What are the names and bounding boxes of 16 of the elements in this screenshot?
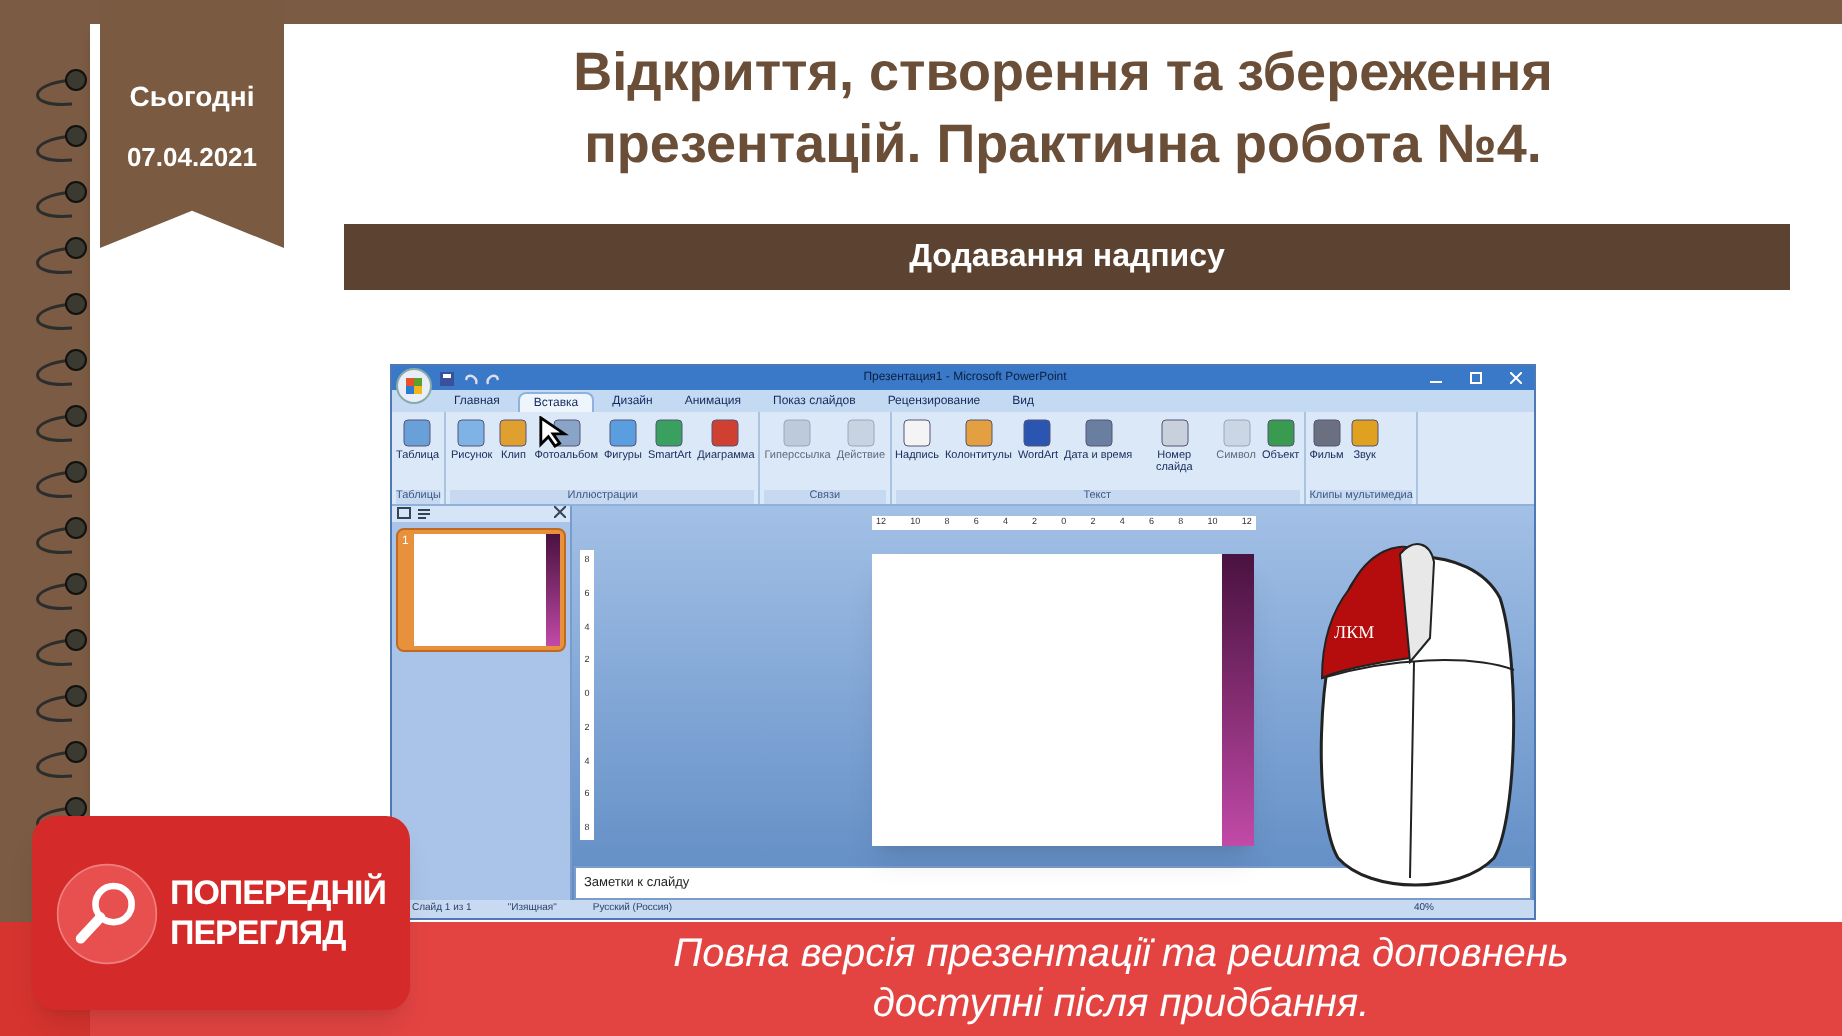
date-text: 07.04.2021 <box>126 140 258 176</box>
save-icon[interactable] <box>440 371 454 385</box>
maximize-icon[interactable] <box>1470 372 1482 384</box>
slide-title: Відкриття, створення та збереження презентацій. Практична робота №4. <box>571 40 1555 178</box>
button-label: ЛКМ <box>1334 622 1375 642</box>
badge-text: ПЕРЕГЛЯД <box>169 913 348 953</box>
badge-text: ПОПЕРЕДНІЙ <box>169 873 386 913</box>
section-header: Додавання надпису <box>344 224 1790 290</box>
mouse-pointer-icon <box>538 416 570 448</box>
outline-tab-icon[interactable] <box>416 506 432 520</box>
close-icon[interactable] <box>554 506 566 518</box>
slides-tab-icon[interactable] <box>396 506 412 520</box>
today-label: Сьогодні <box>129 78 255 116</box>
preview-notice: Повна версія презентації та решта доповнень доступні після придбання. <box>671 929 1571 1029</box>
undo-icon[interactable] <box>464 371 478 385</box>
redo-icon[interactable] <box>486 371 500 385</box>
